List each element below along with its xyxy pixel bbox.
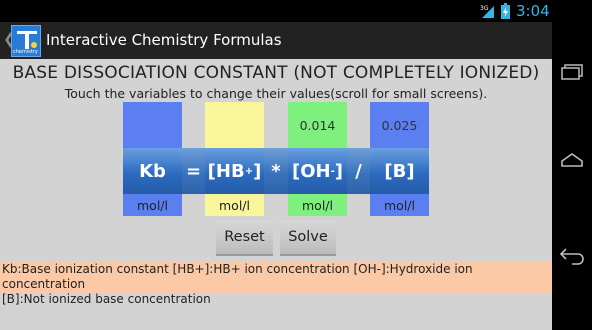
app-logo-label: chemistry — [13, 49, 38, 55]
instruction-text: Touch the variables to change their valu… — [64, 86, 488, 101]
kb-variable[interactable]: Kb — [123, 148, 182, 194]
status-bar: 3G 3:04 — [0, 0, 552, 22]
formula-bar: Kb = [HB +] * [OH -] / [B] — [123, 148, 429, 194]
svg-text:3G: 3G — [480, 5, 489, 12]
battery-icon — [501, 3, 510, 19]
b-variable[interactable]: [B] — [370, 148, 429, 194]
kb-symbol: Kb — [139, 160, 166, 182]
oh-value-box[interactable]: 0.014 — [288, 102, 347, 148]
hb-variable[interactable]: [HB +] — [205, 148, 264, 194]
legend-line-1: Kb:Base ionization constant [HB+]:HB+ io… — [2, 262, 473, 291]
hb-unit: mol/l — [205, 194, 264, 216]
times-operator: * — [271, 160, 281, 182]
back-icon[interactable] — [558, 246, 586, 266]
hb-symbol: [HB — [207, 160, 245, 182]
oh-close-bracket: ] — [334, 160, 343, 182]
formula-heading: BASE DISSOCIATION CONSTANT (NOT COMPLETE… — [12, 63, 540, 83]
solve-button[interactable]: Solve — [280, 220, 336, 256]
kb-unit: mol/l — [123, 194, 182, 216]
action-bar: ❮ chemistry Interactive Chemistry Formul… — [0, 22, 552, 59]
reset-button[interactable]: Reset — [216, 220, 273, 256]
hb-value-box[interactable] — [205, 102, 264, 148]
b-unit: mol/l — [370, 194, 429, 216]
oh-variable[interactable]: [OH -] — [288, 148, 347, 194]
signal-icon: 3G — [480, 5, 494, 18]
navigation-bar — [552, 0, 592, 330]
b-symbol: [B] — [384, 160, 415, 182]
app-logo-icon[interactable]: chemistry — [11, 25, 41, 57]
b-value-box[interactable]: 0.025 — [370, 102, 429, 148]
hb-charge: + — [244, 165, 254, 177]
recent-apps-icon[interactable] — [560, 64, 584, 80]
clock-text: 3:04 — [516, 2, 550, 20]
app-title: Interactive Chemistry Formulas — [46, 31, 282, 49]
legend-line-2: [B]:Not ionized base concentration — [2, 292, 211, 306]
content-area: BASE DISSOCIATION CONSTANT (NOT COMPLETE… — [0, 59, 552, 330]
variable-legend: Kb:Base ionization constant [HB+]:HB+ io… — [0, 261, 552, 306]
kb-value-box[interactable] — [123, 102, 182, 148]
equals-operator: = — [185, 160, 202, 182]
oh-unit: mol/l — [288, 194, 347, 216]
divide-operator: / — [355, 160, 362, 182]
hb-close-bracket: ] — [253, 160, 262, 182]
home-icon[interactable] — [559, 152, 585, 168]
oh-symbol: [OH — [292, 160, 331, 182]
